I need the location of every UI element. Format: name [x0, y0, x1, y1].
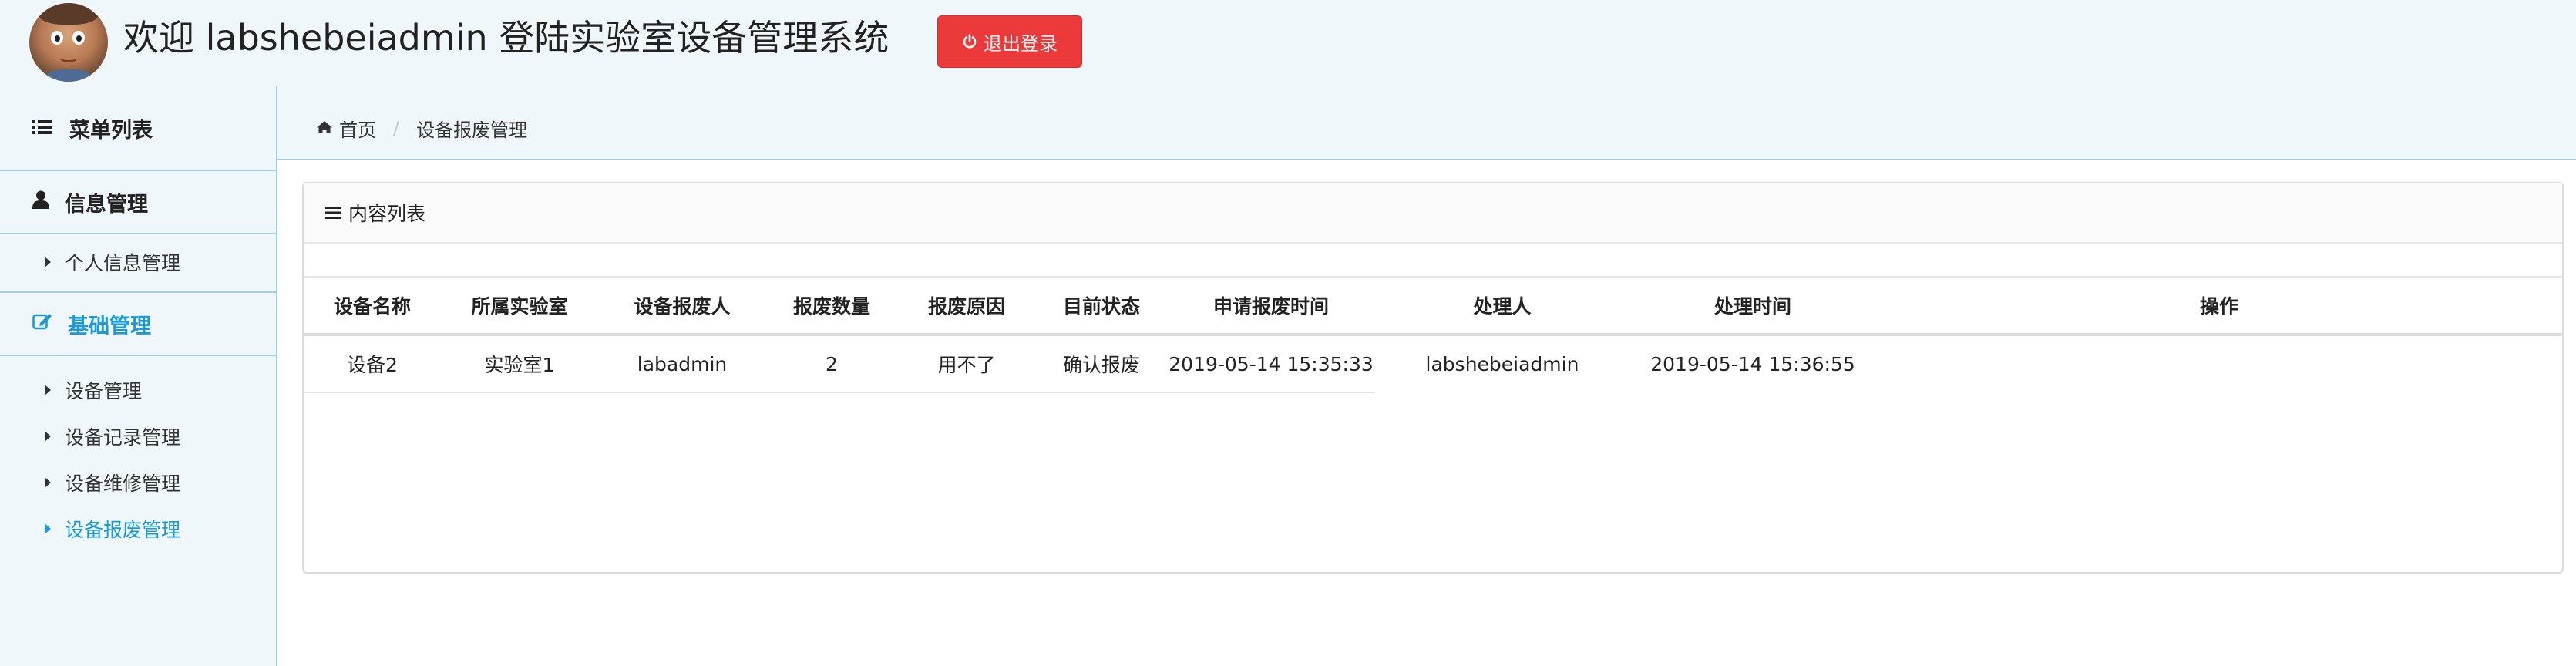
main-content: 内容列表 设备名称 所属实验室 设备报废人 报废数量 报废原因 目前状态 申请报… — [277, 160, 2576, 666]
table-cell: labadmin — [598, 335, 766, 393]
sidebar-group-basic-label: 基础管理 — [68, 314, 151, 338]
menu-title: 菜单列表 — [0, 86, 276, 171]
panel-header: 内容列表 — [304, 183, 2562, 244]
content-panel: 内容列表 设备名称 所属实验室 设备报废人 报废数量 报废原因 目前状态 申请报… — [302, 182, 2564, 574]
scrap-table: 设备名称 所属实验室 设备报废人 报废数量 报废原因 目前状态 申请报废时间 处… — [304, 278, 2562, 393]
caret-right-icon — [45, 385, 51, 395]
logout-label: 退出登录 — [984, 32, 1058, 55]
home-icon — [316, 117, 333, 139]
column-header: 所属实验室 — [441, 278, 598, 336]
menu-title-label: 菜单列表 — [69, 118, 153, 143]
column-header: 申请报废时间 — [1167, 278, 1375, 336]
table-header-row: 设备名称 所属实验室 设备报废人 报废数量 报废原因 目前状态 申请报废时间 处… — [304, 278, 2562, 336]
user-icon — [32, 190, 49, 214]
breadcrumb-current: 设备报废管理 — [416, 119, 528, 141]
sidebar-item-personal-info[interactable]: 个人信息管理 — [0, 239, 276, 285]
header: 欢迎 labshebeiadmin 登陆实验室设备管理系统 退出登录 — [0, 0, 2576, 86]
sidebar-group-info-label: 信息管理 — [65, 192, 148, 217]
table-cell: labshebeiadmin — [1425, 353, 1579, 375]
table-cell: 实验室1 — [441, 335, 598, 393]
sidebar-sublist-basic: 设备管理 设备记录管理 设备维修管理 设备报废管理 — [0, 356, 276, 558]
sidebar-item-label: 设备维修管理 — [65, 473, 181, 495]
welcome-title: 欢迎 labshebeiadmin 登陆实验室设备管理系统 — [123, 17, 889, 59]
column-header: 设备报废人 — [598, 278, 766, 336]
list-icon — [32, 116, 52, 140]
sidebar-item-equipment-scrap[interactable]: 设备报废管理 — [0, 506, 276, 552]
table-cell: 设备2 — [304, 335, 441, 393]
bars-icon — [325, 202, 341, 224]
power-icon — [962, 34, 977, 49]
breadcrumb-home-label: 首页 — [339, 119, 376, 141]
panel-title: 内容列表 — [348, 203, 426, 225]
column-header: 报废数量 — [766, 278, 897, 336]
caret-right-icon — [45, 523, 51, 534]
sidebar-group-info[interactable]: 信息管理 — [0, 171, 276, 234]
table-cell: 用不了 — [897, 335, 1036, 393]
sidebar-item-label: 设备记录管理 — [65, 426, 181, 449]
table-cell: 2019-05-14 15:36:55 — [1650, 353, 1855, 375]
breadcrumb-home[interactable]: 首页 — [316, 115, 376, 142]
column-header: 操作 — [1876, 278, 2562, 336]
caret-right-icon — [45, 257, 51, 267]
column-header: 报废原因 — [897, 278, 1036, 336]
sidebar-item-label: 设备报废管理 — [65, 519, 181, 541]
table-cell-actions — [1876, 335, 2562, 392]
sidebar-item-label: 设备管理 — [65, 380, 143, 402]
panel-toolbar — [304, 244, 2562, 278]
column-header: 处理人 — [1375, 278, 1629, 336]
column-header: 目前状态 — [1036, 278, 1167, 336]
breadcrumb: 首页 / 设备报废管理 — [277, 113, 527, 143]
column-header: 设备名称 — [304, 278, 441, 336]
avatar — [29, 3, 108, 82]
sidebar-group-basic[interactable]: 基础管理 — [0, 293, 276, 356]
logout-button[interactable]: 退出登录 — [937, 15, 1082, 68]
column-header: 处理时间 — [1629, 278, 1876, 336]
sidebar-item-equipment[interactable]: 设备管理 — [0, 367, 276, 413]
table-cell: 2019-05-14 15:35:33 — [1167, 335, 1375, 393]
sidebar-item-label: 个人信息管理 — [65, 252, 181, 274]
sidebar-item-equipment-records[interactable]: 设备记录管理 — [0, 413, 276, 459]
table-row: 设备2 实验室1 labadmin 2 用不了 确认报废 2019-05-14 … — [304, 335, 2562, 393]
sidebar: 菜单列表 信息管理 个人信息管理 基础管理 设备管理 设备记录管理 设备维修管理 — [0, 86, 277, 666]
caret-right-icon — [45, 477, 51, 488]
table-cell: 确认报废 — [1036, 335, 1167, 393]
edit-icon — [32, 312, 52, 336]
table-cell: 2 — [766, 335, 897, 393]
sidebar-item-equipment-repair[interactable]: 设备维修管理 — [0, 459, 276, 506]
caret-right-icon — [45, 431, 51, 442]
breadcrumb-separator: / — [393, 117, 400, 139]
sidebar-sublist-info: 个人信息管理 — [0, 234, 276, 293]
